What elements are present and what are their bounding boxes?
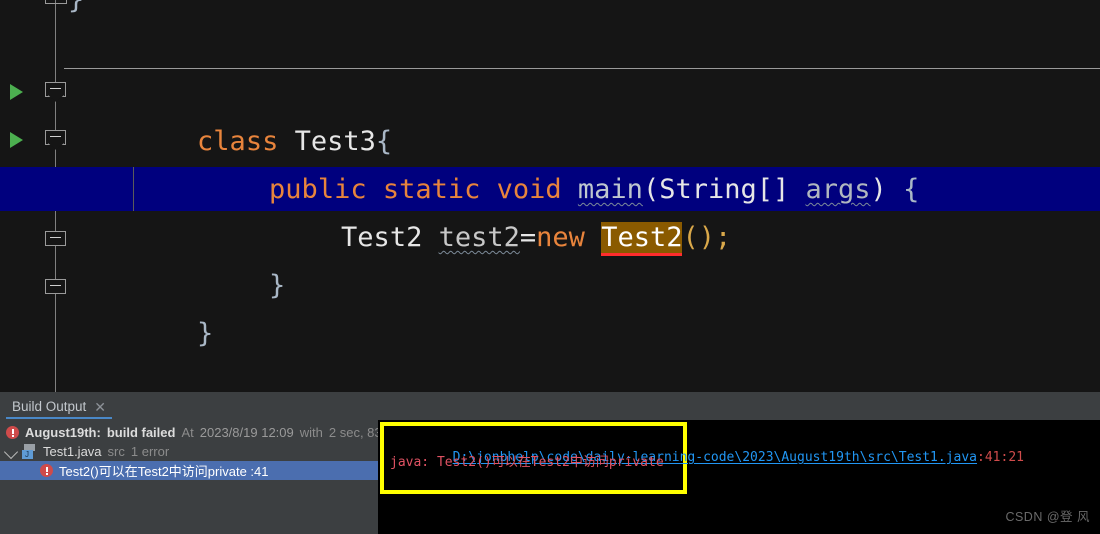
tree-row-summary[interactable]: August19th: build failed At 2023/8/19 12… <box>0 423 378 442</box>
code-line-new-test2[interactable]: Test2 test2=new Test2(); <box>0 166 1100 256</box>
tree-row-error[interactable]: Test2()可以在Test2中访问private :41 <box>0 461 378 480</box>
build-tree[interactable]: August19th: build failed At 2023/8/19 12… <box>0 420 378 534</box>
error-icon <box>40 464 53 477</box>
build-with-label: with <box>299 425 323 440</box>
build-duration: 2 sec, 83 ms <box>328 425 378 440</box>
code-line-close-class[interactable]: } <box>0 262 1100 349</box>
console-line-message: java: Test2()可以在Test2中访问private <box>390 455 664 470</box>
code-line-class-decl[interactable]: class Test3{ <box>0 70 1100 157</box>
panel-tab-bar: Build Output ✕ <box>0 392 1100 421</box>
watermark: CSDN @登 风 <box>1005 510 1090 524</box>
collapsed-region-separator <box>64 68 1100 69</box>
code-line-main-signature[interactable]: public static void main(String[] args) { <box>0 118 1100 205</box>
close-brace-class: } <box>197 318 214 349</box>
java-file-icon: J <box>22 444 37 459</box>
file-name: Test1.java <box>43 444 102 459</box>
tree-row-file[interactable]: J Test1.java src 1 error <box>0 442 378 461</box>
build-status: build failed <box>106 425 176 440</box>
top-fold-marker[interactable] <box>45 0 67 4</box>
build-title: August19th: <box>25 425 101 440</box>
ide-window: } class Test3{ publ <box>0 0 1100 534</box>
error-icon <box>6 426 19 439</box>
build-at-label: At <box>181 425 194 440</box>
file-error-count: 1 error <box>130 444 170 459</box>
build-output-panel: Build Output ✕ August19th: build failed … <box>0 392 1100 534</box>
code-editor[interactable]: } class Test3{ publ <box>0 0 1100 392</box>
file-location: :41:21 <box>977 450 1024 465</box>
close-icon[interactable]: ✕ <box>94 400 106 414</box>
code-line-close-method[interactable]: } <box>0 214 1100 301</box>
tab-active-indicator <box>6 417 113 419</box>
tab-build-output[interactable]: Build Output ✕ <box>6 394 113 419</box>
tab-build-output-label: Build Output <box>12 399 87 414</box>
build-console[interactable]: D:\jonbhelp\code\daily-learning-code\202… <box>378 420 1100 534</box>
top-partial-brace: } <box>68 0 84 13</box>
error-message: Test2()可以在Test2中访问private :41 <box>59 464 269 479</box>
build-timestamp: 2023/8/19 12:09 <box>199 425 294 440</box>
file-module: src <box>107 444 125 459</box>
chevron-down-icon[interactable] <box>3 444 19 459</box>
